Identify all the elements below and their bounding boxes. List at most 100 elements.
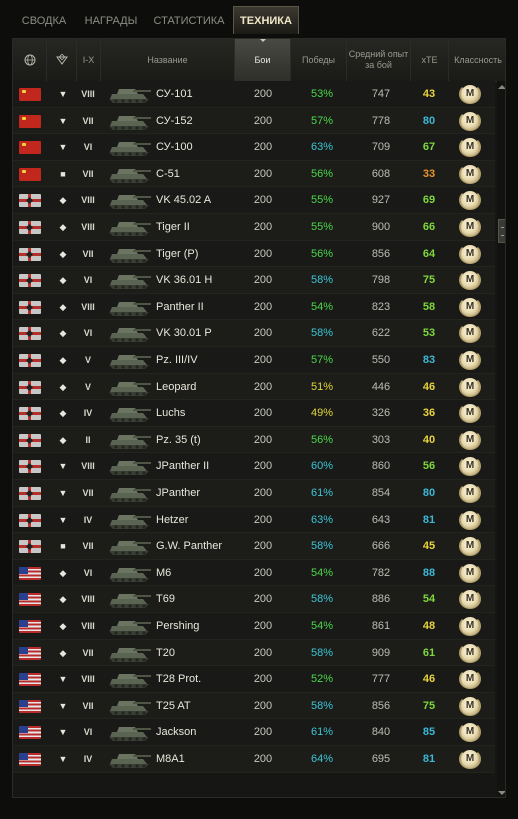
battles-value: 200 xyxy=(253,407,273,420)
sort-wins[interactable]: Победы xyxy=(291,39,347,81)
sort-name[interactable]: Название xyxy=(101,39,235,81)
xte-value: 48 xyxy=(422,620,436,632)
table-row[interactable]: ◆ VIII Tiger II 200 55% 900 66 M xyxy=(13,214,495,241)
winrate-value: 52% xyxy=(310,673,334,686)
vehicle-type-icon: ◆ xyxy=(59,275,67,286)
flag-germany-icon xyxy=(19,407,41,421)
avg-xp-value: 326 xyxy=(371,407,391,420)
xte-value: 80 xyxy=(422,487,436,499)
scrollbar-thumb[interactable] xyxy=(498,219,505,243)
table-row[interactable]: ■ VII С-51 200 56% 608 33 M xyxy=(13,160,495,188)
tab-vehicles[interactable]: ТЕХНИКА xyxy=(233,6,299,34)
globe-icon xyxy=(24,54,35,66)
table-row[interactable]: ▼ VI Jackson 200 61% 840 85 M xyxy=(13,719,495,746)
table-row[interactable]: ◆ VIII Panther II 200 54% 823 58 M xyxy=(13,293,495,321)
scroll-up-icon[interactable] xyxy=(498,83,505,91)
avg-xp-value: 823 xyxy=(371,300,391,313)
sort-battles[interactable]: Бои xyxy=(235,39,291,81)
table-row[interactable]: ■ VII G.W. Panther 200 58% 666 45 M xyxy=(13,533,495,560)
table-row[interactable]: ▼ VI СУ-100 200 63% 709 67 M xyxy=(13,134,495,161)
mastery-badge-icon: M xyxy=(459,456,481,477)
xte-value: 88 xyxy=(422,566,436,579)
tank-icon xyxy=(109,142,151,157)
tank-icon xyxy=(109,248,151,263)
vehicle-type-icon: ◆ xyxy=(59,301,67,312)
table-row[interactable]: ▼ VII JPanther 200 61% 854 80 M xyxy=(13,480,495,507)
table-row[interactable]: ▼ IV Hetzer 200 63% 643 81 M xyxy=(13,506,495,534)
table-row[interactable]: ◆ VIII T69 200 58% 886 54 M xyxy=(13,586,495,613)
xte-value: 85 xyxy=(422,726,436,739)
vehicle-type-icon: ▼ xyxy=(58,700,68,711)
xte-value: 69 xyxy=(422,194,436,207)
avg-xp-value: 927 xyxy=(371,194,391,207)
table-row[interactable]: ▼ VIII T28 Prot. 200 52% 777 46 M xyxy=(13,666,495,693)
vehicle-type-icon: ◆ xyxy=(59,195,67,206)
table-row[interactable]: ▼ VII T25 AT 200 58% 856 75 M xyxy=(13,692,495,720)
table-row[interactable]: ▼ VII СУ-152 200 57% 778 80 M xyxy=(13,107,495,135)
sort-xte[interactable]: xTE xyxy=(411,39,449,81)
tab-bar: СВОДКА НАГРАДЫ СТАТИСТИКА ТЕХНИКА xyxy=(0,0,518,34)
sort-tier[interactable]: I-X xyxy=(77,39,101,81)
sort-vehicle-type[interactable] xyxy=(47,39,77,81)
mastery-badge-icon: M xyxy=(459,376,481,397)
vehicle-name: Luchs xyxy=(156,407,186,420)
table-row[interactable]: ◆ V Leopard 200 51% 446 46 M xyxy=(13,373,495,401)
table-row[interactable]: ◆ IV Luchs 200 49% 326 36 M xyxy=(13,400,495,427)
tank-icon xyxy=(109,328,151,343)
table-row[interactable]: ◆ VII Tiger (P) 200 56% 856 64 M xyxy=(13,240,495,268)
sort-nation[interactable] xyxy=(13,39,47,81)
winrate-value: 57% xyxy=(310,114,334,127)
table-row[interactable]: ◆ VI M6 200 54% 782 88 M xyxy=(13,559,495,587)
xte-value: 54 xyxy=(422,593,436,606)
tab-summary[interactable]: СВОДКА xyxy=(14,8,74,34)
tank-icon xyxy=(109,674,151,689)
winrate-value: 58% xyxy=(310,699,334,712)
vehicle-name: СУ-152 xyxy=(156,114,193,127)
tank-icon xyxy=(109,700,151,715)
battles-value: 200 xyxy=(253,354,273,366)
flag-ussr-icon xyxy=(19,88,41,101)
table-row[interactable]: ▼ VIII СУ-101 200 53% 747 43 M xyxy=(13,81,495,108)
vehicle-name: VK 36.01 H xyxy=(156,274,213,287)
table-row[interactable]: ◆ VIII Pershing 200 54% 861 48 M xyxy=(13,613,495,640)
avg-xp-value: 886 xyxy=(371,593,391,606)
table-row[interactable]: ◆ V Pz. III/IV 200 57% 550 83 M xyxy=(13,347,495,374)
xte-value: 46 xyxy=(422,380,436,393)
table-row[interactable]: ◆ VI VK 36.01 H 200 58% 798 75 M xyxy=(13,267,495,294)
battles-header-label: Бои xyxy=(254,54,271,65)
avg-xp-value: 909 xyxy=(371,646,391,659)
mastery-badge-icon: M xyxy=(459,429,481,450)
vehicle-type-icon: ◆ xyxy=(59,408,67,419)
avg-xp-value: 550 xyxy=(371,354,391,366)
winrate-value: 63% xyxy=(310,141,334,154)
winrate-value: 58% xyxy=(310,540,334,553)
mastery-badge-icon: M xyxy=(459,562,481,583)
scrollbar[interactable] xyxy=(497,81,505,797)
vehicle-type-icon: ▼ xyxy=(58,488,68,498)
sort-mastery[interactable]: Классность xyxy=(449,39,505,81)
table-row[interactable]: ◆ VII T20 200 58% 909 61 M xyxy=(13,639,495,667)
table-row[interactable]: ▼ VIII JPanther II 200 60% 860 56 M xyxy=(13,453,495,480)
table-row[interactable]: ▼ IV M8A1 200 64% 695 81 M xyxy=(13,746,495,773)
tab-awards[interactable]: НАГРАДЫ xyxy=(78,8,144,34)
table-row[interactable]: ◆ VI VK 30.01 P 200 58% 622 53 M xyxy=(13,320,495,347)
tank-icon xyxy=(109,355,151,369)
battles-value: 200 xyxy=(253,460,273,473)
flag-usa-icon xyxy=(19,699,41,713)
table-row[interactable]: ◆ II Pz. 35 (t) 200 56% 303 40 M xyxy=(13,426,495,454)
avg-xp-value: 446 xyxy=(371,380,391,393)
vehicle-name: Tiger II xyxy=(156,221,190,233)
battles-value: 200 xyxy=(253,167,273,180)
table-row[interactable]: ◆ VIII VK 45.02 A 200 55% 927 69 M xyxy=(13,187,495,214)
avg-xp-value: 798 xyxy=(371,274,391,287)
avg-xp-value: 777 xyxy=(371,673,391,686)
sort-avg-xp[interactable]: Средний опыт за бой xyxy=(347,39,411,81)
tank-icon xyxy=(109,514,151,529)
tank-icon xyxy=(109,408,151,423)
xte-value: 61 xyxy=(422,646,436,659)
scroll-down-icon[interactable] xyxy=(498,789,505,797)
tank-icon xyxy=(109,727,151,742)
mastery-badge-icon: M xyxy=(459,509,481,530)
mastery-badge-icon: M xyxy=(459,749,481,769)
tab-statistics[interactable]: СТАТИСТИКА xyxy=(148,8,230,34)
